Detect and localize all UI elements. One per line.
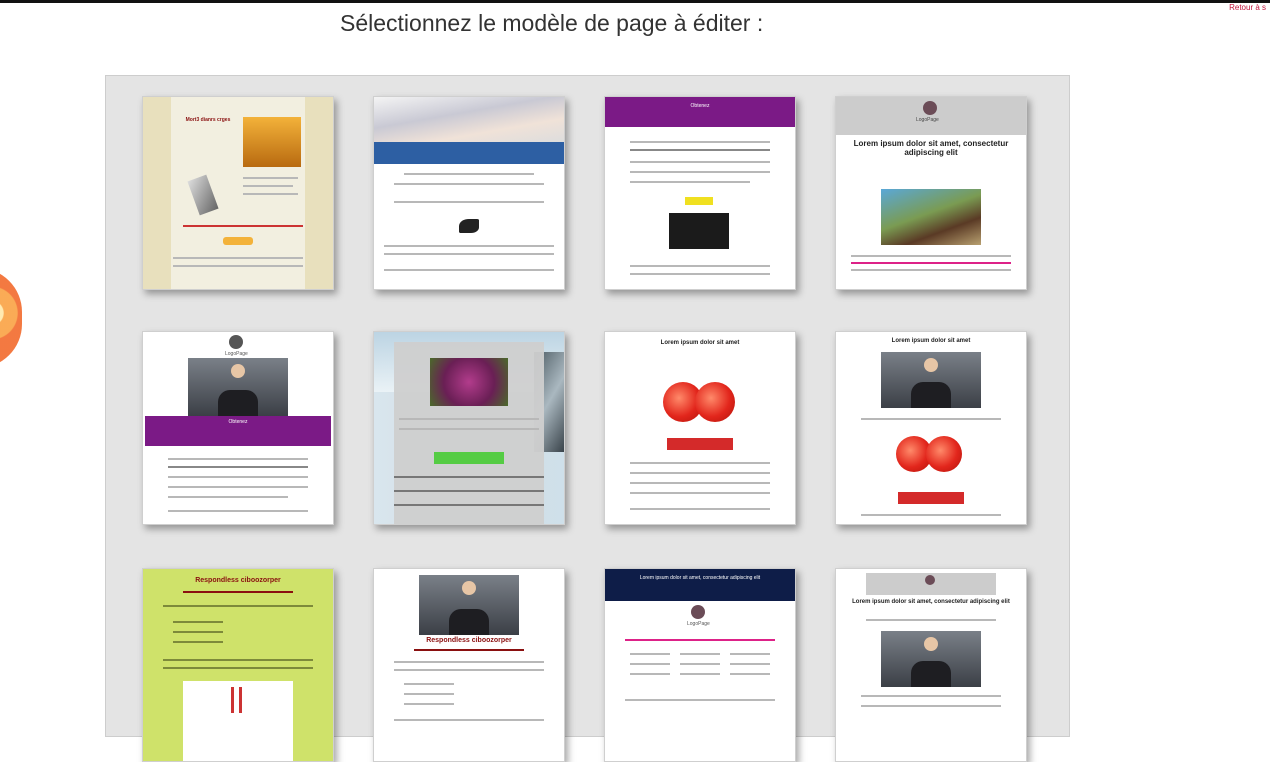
template-heading: Respondless ciboozorper [195,577,281,584]
template-thumbnail-12[interactable]: Lorem ipsum dolor sit amet, consectetur … [835,568,1027,762]
template-thumbnail-11[interactable]: Lorem ipsum dolor sit amet, consectetur … [604,568,796,762]
template-logo: LogoPage [916,117,939,123]
template-heading: Respondless ciboozorper [426,637,512,644]
template-thumbnail-7[interactable]: Lorem ipsum dolor sit amet [604,331,796,525]
template-heading: Obtenez [228,419,248,425]
template-heading: Lorem ipsum dolor sit amet [660,340,740,346]
template-thumbnail-3[interactable]: Obtenez [604,96,796,290]
template-heading: Lorem ipsum dolor sit amet, consectetur … [639,575,761,581]
template-heading: Obtenez [690,103,710,109]
template-heading: Lorem ipsum dolor sit amet, consectetur … [852,599,1010,605]
template-thumbnail-9[interactable]: Respondless ciboozorper [142,568,334,762]
template-thumbnail-6[interactable] [373,331,565,525]
template-heading: Mort3 dianrs crges [185,117,231,123]
template-heading: Lorem ipsum dolor sit amet, consectetur … [853,139,1009,157]
template-logo: LogoPage [225,351,248,357]
template-thumbnail-1[interactable]: Mort3 dianrs crges [142,96,334,290]
top-border [0,0,1270,3]
template-gallery: Mort3 dianrs crges Obtenez LogoPage Lore… [105,75,1070,762]
template-logo: LogoPage [687,621,710,627]
page-title: Sélectionnez le modèle de page à éditer … [340,10,764,36]
template-thumbnail-5[interactable]: LogoPage Obtenez [142,331,334,525]
return-link[interactable]: Retour à s [1229,3,1266,12]
decorative-logo-fragment [0,268,22,368]
template-thumbnail-10[interactable]: Respondless ciboozorper [373,568,565,762]
template-thumbnail-4[interactable]: LogoPage Lorem ipsum dolor sit amet, con… [835,96,1027,290]
template-thumbnail-2[interactable] [373,96,565,290]
template-thumbnail-8[interactable]: Lorem ipsum dolor sit amet [835,331,1027,525]
template-heading: Lorem ipsum dolor sit amet [891,338,971,344]
